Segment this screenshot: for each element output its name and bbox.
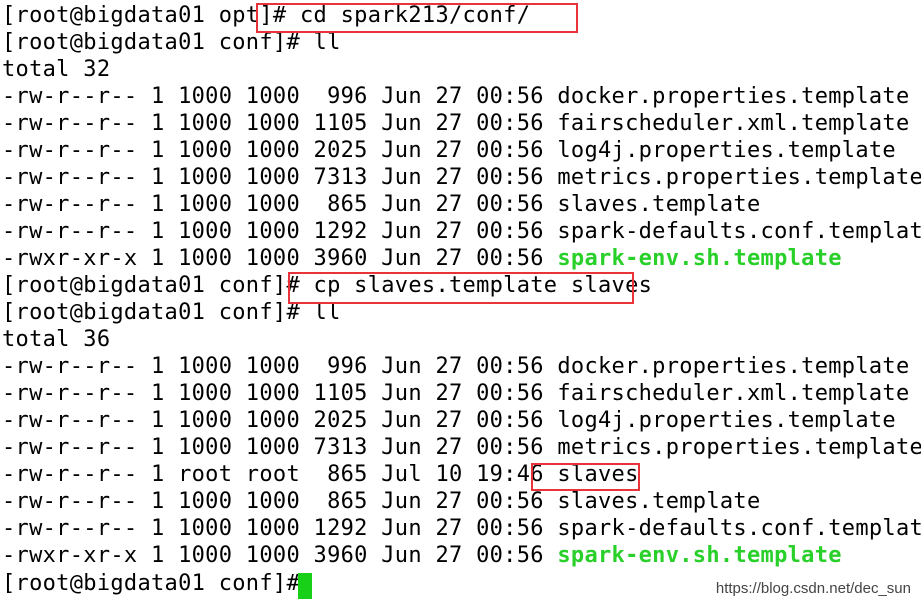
terminal-line-prompt: [root@bigdata01 conf]# ll: [2, 30, 341, 55]
file-meta: -rwxr-xr-x 1 1000 1000 3960 Jun 27 00:56: [2, 246, 558, 271]
terminal-window[interactable]: [root@bigdata01 opt]# cd spark213/conf/ …: [0, 0, 921, 607]
terminal-line-file: -rw-r--r-- 1 1000 1000 1105 Jun 27 00:56…: [2, 111, 910, 136]
terminal-line-file: -rw-r--r-- 1 1000 1000 7313 Jun 27 00:56…: [2, 165, 921, 190]
watermark-url: https://blog.csdn.net/dec_sun: [715, 580, 911, 597]
terminal-line-total: total 36: [2, 327, 111, 352]
terminal-line-file: -rw-r--r-- 1 1000 1000 2025 Jun 27 00:56…: [2, 138, 896, 163]
terminal-line-prompt: [root@bigdata01 conf]#: [2, 571, 314, 596]
terminal-line-file: -rw-r--r-- 1 1000 1000 1292 Jun 27 00:56…: [2, 219, 921, 244]
terminal-line-file: -rw-r--r-- 1 1000 1000 996 Jun 27 00:56 …: [2, 84, 910, 109]
terminal-line-file-executable: -rwxr-xr-x 1 1000 1000 3960 Jun 27 00:56…: [2, 245, 842, 272]
file-meta: -rwxr-xr-x 1 1000 1000 3960 Jun 27 00:56: [2, 543, 558, 568]
terminal-line-file: -rw-r--r-- 1 1000 1000 7313 Jun 27 00:56…: [2, 435, 921, 460]
terminal-line-file: -rw-r--r-- 1 1000 1000 1105 Jun 27 00:56…: [2, 381, 910, 406]
terminal-line-file: -rw-r--r-- 1 1000 1000 865 Jun 27 00:56 …: [2, 489, 761, 514]
executable-filename: spark-env.sh.template: [557, 246, 842, 271]
terminal-line-file: -rw-r--r-- 1 root root 865 Jul 10 19:46 …: [2, 462, 639, 487]
terminal-line-prompt: [root@bigdata01 opt]# cd spark213/conf/: [2, 3, 531, 28]
terminal-line-file: -rw-r--r-- 1 1000 1000 2025 Jun 27 00:56…: [2, 408, 896, 433]
terminal-line-file: -rw-r--r-- 1 1000 1000 865 Jun 27 00:56 …: [2, 192, 761, 217]
executable-filename: spark-env.sh.template: [557, 543, 842, 568]
terminal-cursor: [298, 573, 312, 599]
terminal-line-file-executable: -rwxr-xr-x 1 1000 1000 3960 Jun 27 00:56…: [2, 542, 842, 569]
terminal-line-file: -rw-r--r-- 1 1000 1000 1292 Jun 27 00:56…: [2, 516, 921, 541]
terminal-line-prompt: [root@bigdata01 conf]# cp slaves.templat…: [2, 273, 653, 298]
terminal-line-prompt: [root@bigdata01 conf]# ll: [2, 300, 341, 325]
terminal-line-total: total 32: [2, 57, 111, 82]
terminal-line-file: -rw-r--r-- 1 1000 1000 996 Jun 27 00:56 …: [2, 354, 910, 379]
